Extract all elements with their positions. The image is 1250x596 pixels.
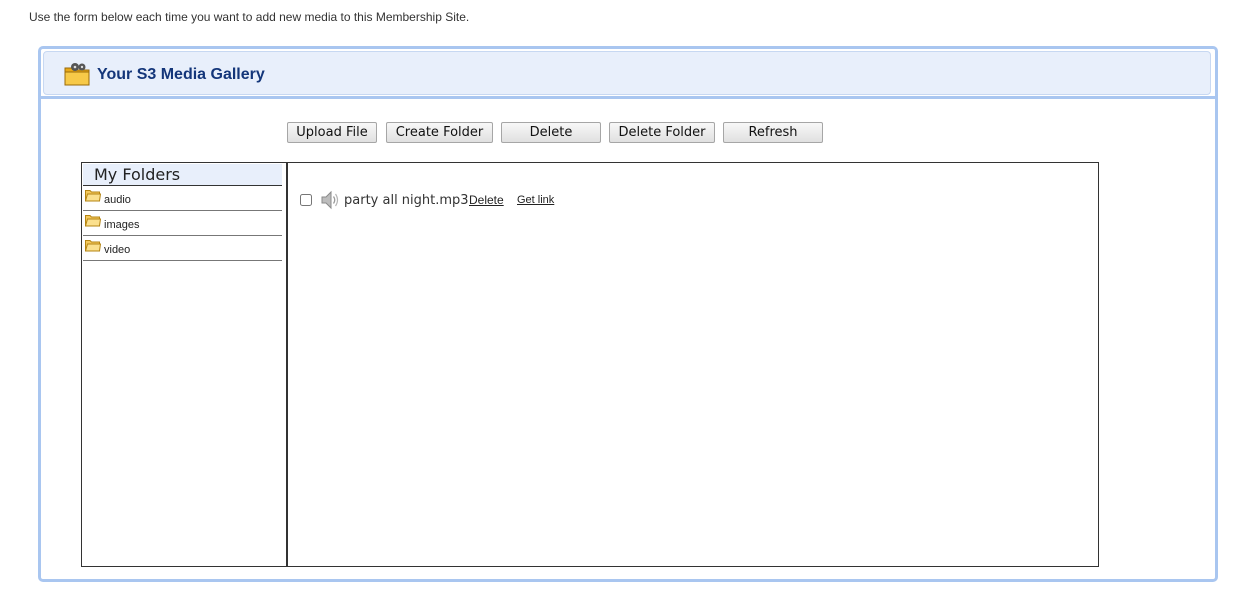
upload-file-button[interactable]: Upload File	[287, 122, 377, 143]
file-delete-link[interactable]: Delete	[469, 193, 504, 207]
folder-label: audio	[104, 194, 131, 206]
film-folder-icon	[64, 62, 90, 86]
folders-title: My Folders	[94, 165, 181, 184]
file-select-checkbox[interactable]	[300, 194, 312, 206]
folder-icon	[84, 189, 102, 202]
file-name: party all night.mp3	[344, 193, 469, 208]
folders-panel: My Folders audio images video	[81, 162, 287, 567]
file-get-link[interactable]: Get link	[517, 194, 554, 206]
intro-text: Use the form below each time you want to…	[29, 10, 470, 24]
folders-title-bar: My Folders	[83, 164, 282, 186]
gallery-title: Your S3 Media Gallery	[97, 66, 265, 83]
refresh-button[interactable]: Refresh	[723, 122, 823, 143]
speaker-icon	[320, 190, 340, 210]
folder-icon	[84, 239, 102, 252]
header-divider	[41, 96, 1215, 99]
folder-item-images[interactable]: images	[83, 211, 282, 236]
folder-icon	[84, 214, 102, 227]
folder-label: video	[104, 244, 131, 256]
media-gallery-panel: Your S3 Media Gallery Upload File Create…	[38, 46, 1218, 582]
file-list-panel: party all night.mp3 Delete Get link	[287, 162, 1099, 567]
folder-item-video[interactable]: video	[83, 236, 282, 261]
folder-label: images	[104, 219, 140, 231]
delete-button[interactable]: Delete	[501, 122, 601, 143]
gallery-header: Your S3 Media Gallery	[43, 51, 1211, 95]
delete-folder-button[interactable]: Delete Folder	[609, 122, 715, 143]
create-folder-button[interactable]: Create Folder	[386, 122, 493, 143]
folder-item-audio[interactable]: audio	[83, 186, 282, 211]
